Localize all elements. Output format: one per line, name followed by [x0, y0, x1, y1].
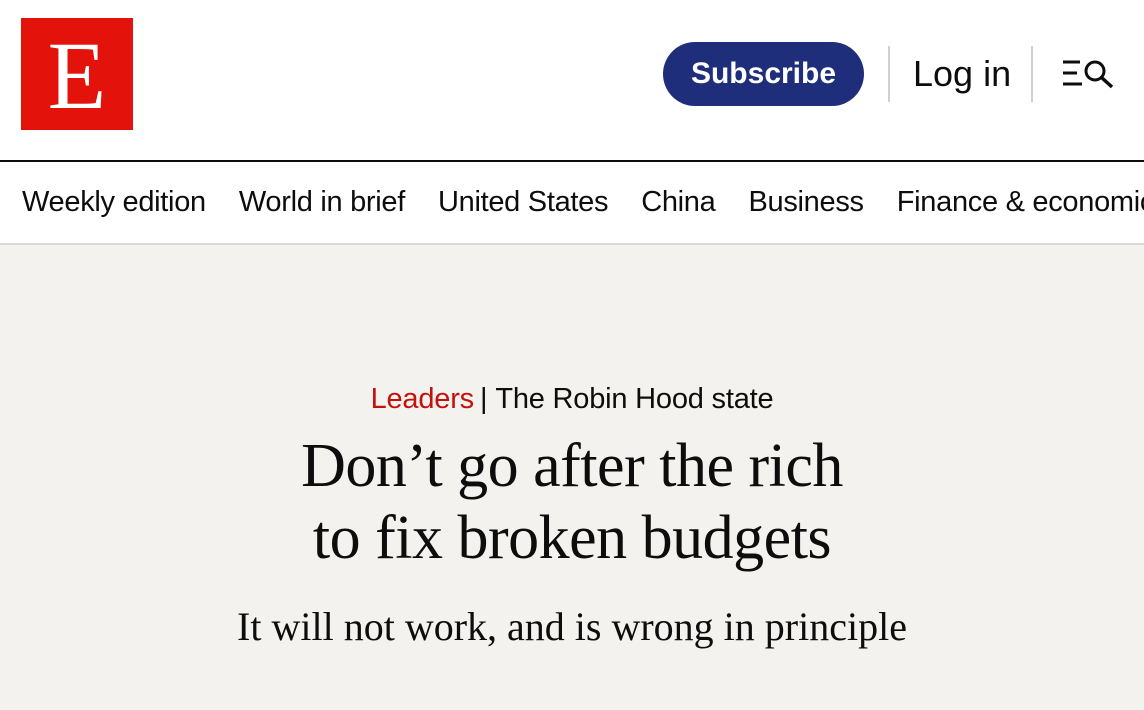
- economist-logo[interactable]: E: [21, 18, 133, 130]
- header-divider: [888, 46, 890, 102]
- site-header: E Subscribe Log in: [0, 0, 1144, 162]
- subscribe-button[interactable]: Subscribe: [663, 42, 864, 106]
- nav-item-united-states[interactable]: United States: [438, 186, 609, 219]
- nav-item-world-in-brief[interactable]: World in brief: [239, 186, 405, 219]
- article-topic: The Robin Hood state: [495, 383, 774, 415]
- section-nav: Weekly edition World in brief United Sta…: [0, 162, 1144, 245]
- menu-search-icon[interactable]: [1060, 54, 1120, 94]
- nav-item-finance-economics[interactable]: Finance & economics: [897, 186, 1144, 219]
- nav-item-weekly-edition[interactable]: Weekly edition: [22, 186, 206, 219]
- nav-item-china[interactable]: China: [641, 186, 716, 219]
- article-kicker: Leaders | The Robin Hood state: [0, 379, 1144, 419]
- header-divider: [1031, 46, 1033, 102]
- logo-letter: E: [47, 22, 107, 129]
- login-link[interactable]: Log in: [913, 52, 1011, 96]
- article-header: Leaders | The Robin Hood state Don’t go af…: [0, 245, 1144, 710]
- headline-line-2: to fix broken budgets: [312, 504, 832, 572]
- article-subheadline: It will not work, and is wrong in princi…: [237, 604, 907, 649]
- nav-list: Weekly edition World in brief United Sta…: [22, 162, 1144, 243]
- kicker-separator: |: [479, 383, 488, 415]
- nav-item-business[interactable]: Business: [748, 186, 864, 219]
- section-link[interactable]: Leaders: [371, 383, 475, 415]
- headline-line-1: Don’t go after the rich: [301, 432, 843, 500]
- article-headline: Don’t go after the rich to fix broken bu…: [0, 430, 1144, 574]
